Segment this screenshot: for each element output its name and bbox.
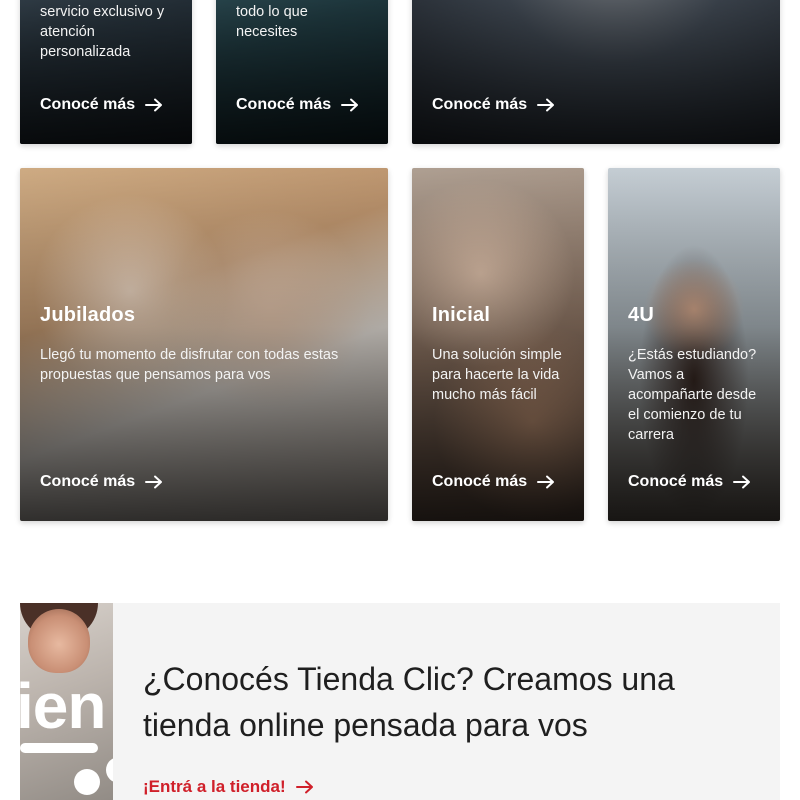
card-4u[interactable]: 4U ¿Estás estudiando? Vamos a acompañart…	[608, 168, 780, 521]
conoce-mas-link[interactable]: Conocé más	[40, 96, 163, 114]
card-content: Jubilados Llegó tu momento de disfrutar …	[40, 304, 370, 385]
arrow-right-icon	[295, 780, 314, 794]
cta-label: Conocé más	[40, 96, 136, 113]
arrow-right-icon	[733, 475, 751, 489]
arrow-right-icon	[145, 475, 163, 489]
cta-label: Conocé más	[628, 473, 724, 490]
arrow-right-icon	[537, 475, 555, 489]
conoce-mas-link[interactable]: Conocé más	[432, 96, 555, 114]
shop-link-label: ¡Entrá a la tienda!	[143, 777, 286, 796]
cta-label: Conocé más	[236, 96, 332, 113]
card-title: 4U	[628, 304, 654, 326]
tienda-banner-image: ien	[20, 603, 113, 800]
arrow-right-icon	[537, 98, 555, 112]
cta-label: Conocé más	[432, 473, 528, 490]
card-content: Inicial Una solución simple para hacerte…	[432, 304, 566, 405]
conoce-mas-link[interactable]: Conocé más	[236, 96, 359, 114]
card-title: Inicial	[432, 304, 491, 326]
card-description: acompañarte en todo lo que necesites	[236, 4, 308, 40]
cta-label: Conocé más	[40, 473, 136, 490]
card-content: 4U ¿Estás estudiando? Vamos a acompañart…	[628, 304, 762, 445]
card-description: Una solución simple para hacerte la vida…	[432, 347, 562, 403]
card-acompanarte[interactable]: acompañarte en todo lo que necesites Con…	[216, 0, 388, 144]
card-description: Llegó tu momento de disfrutar con todas …	[40, 347, 339, 383]
tienda-logo-text: ien	[20, 670, 106, 742]
card-wide-top[interactable]: Conocé más	[412, 0, 780, 144]
arrow-right-icon	[341, 98, 359, 112]
card-content: acompañarte en todo lo que necesites	[236, 0, 370, 42]
card-description: proyectos con un servicio exclusivo y at…	[40, 4, 165, 60]
conoce-mas-link[interactable]: Conocé más	[432, 473, 555, 491]
card-description: ¿Estás estudiando? Vamos a acompañarte d…	[628, 347, 757, 443]
entra-a-la-tienda-link[interactable]: ¡Entrá a la tienda!	[143, 777, 314, 797]
card-title: Jubilados	[40, 304, 136, 326]
conoce-mas-link[interactable]: Conocé más	[628, 473, 751, 491]
card-inicial[interactable]: Inicial Una solución simple para hacerte…	[412, 168, 584, 521]
arrow-right-icon	[145, 98, 163, 112]
card-jubilados[interactable]: Jubilados Llegó tu momento de disfrutar …	[20, 168, 388, 521]
tienda-clic-banner: ien ¿Conocés Tienda Clic? Creamos una ti…	[20, 603, 780, 800]
card-content: proyectos con un servicio exclusivo y at…	[40, 0, 174, 62]
cta-label: Conocé más	[432, 96, 528, 113]
conoce-mas-link[interactable]: Conocé más	[40, 473, 163, 491]
banner-headline: ¿Conocés Tienda Clic? Creamos una tienda…	[143, 661, 675, 743]
card-proyectos[interactable]: proyectos con un servicio exclusivo y at…	[20, 0, 192, 144]
